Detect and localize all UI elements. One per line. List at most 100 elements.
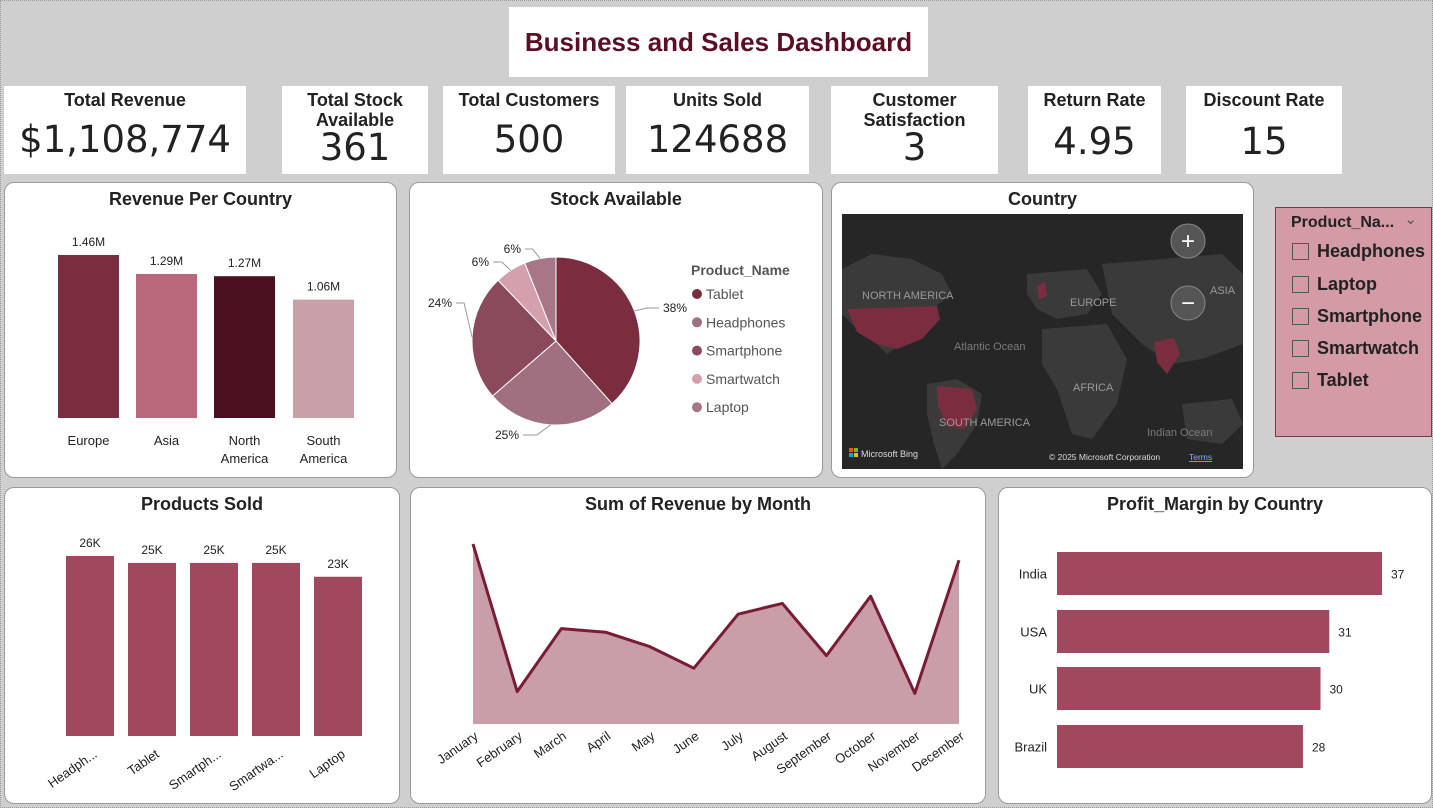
kpi-value: 124688 (646, 118, 789, 161)
chart-title: Products Sold (140, 494, 263, 514)
legend-marker (692, 345, 702, 356)
kpi-units-sold[interactable]: Units Sold 124688 (626, 86, 809, 174)
map-label-africa: AFRICA (1073, 382, 1114, 394)
kpi-value: 15 (1240, 120, 1288, 163)
map-attribution: Microsoft Bing (861, 449, 918, 459)
kpi-total-stock[interactable]: Total Stock Available 361 (282, 86, 428, 174)
slicer-item-label: Laptop (1317, 274, 1377, 294)
chart-title: Country (1008, 189, 1077, 209)
leader-line (525, 248, 541, 259)
month-label: April (583, 728, 613, 755)
legend-title: Product_Name (691, 262, 790, 278)
map-label-atlantic: Atlantic Ocean (954, 341, 1026, 353)
slicer-item-tablet[interactable]: Tablet (1292, 370, 1369, 391)
profit-margin-chart[interactable]: India 37 USA 31 UK 30 Brazil 28 (999, 488, 1432, 804)
country-map-card[interactable]: Country NORTH AMERICA EUROPE ASIA Atlant… (831, 182, 1254, 478)
bar-product (252, 562, 300, 736)
zoom-out-button[interactable]: − (1170, 285, 1206, 321)
map-label-north-america: NORTH AMERICA (862, 290, 954, 302)
slicer-item-smartphone[interactable]: Smartphone (1292, 306, 1422, 327)
revenue-per-country-chart[interactable]: 1.46M Europe 1.29M Asia 1.27M North America 1.0… (5, 183, 397, 478)
bar-usa (1057, 610, 1330, 653)
leader-line (523, 424, 551, 436)
pie-data-label: 25% (495, 428, 519, 442)
product-name-slicer[interactable]: Product_Na... ⌄ Headphones Laptop Smartp… (1275, 207, 1432, 437)
pie-data-label: 6% (504, 242, 522, 256)
profit-margin-card[interactable]: Profit_Margin by Country India 37 USA 31 UK 3… (998, 487, 1432, 804)
data-label: 1.46M (72, 235, 105, 249)
bar-product (314, 576, 362, 736)
revenue-by-month-chart[interactable]: JanuaryFebruary March April May June July Augu… (411, 488, 986, 804)
category-label: America (300, 451, 348, 466)
kpi-value: $1,108,774 (19, 118, 231, 161)
kpi-total-customers[interactable]: Total Customers 500 (443, 86, 615, 174)
products-sold-chart[interactable]: 26K Headph... 25K Tablet 25K Smartph... 25K Sma… (5, 488, 400, 804)
slicer-item-headphones[interactable]: Headphones (1292, 241, 1425, 262)
slicer-item-label: Smartwatch (1317, 338, 1420, 358)
category-label: Tablet (125, 746, 162, 778)
data-label: 25K (141, 543, 162, 557)
map-label-asia: ASIA (1210, 285, 1236, 297)
checkbox[interactable] (1292, 243, 1309, 260)
checkbox[interactable] (1292, 372, 1309, 389)
kpi-value: 500 (493, 118, 565, 161)
world-map[interactable]: NORTH AMERICA EUROPE ASIA Atlantic Ocean… (842, 214, 1243, 469)
month-label: February (474, 728, 526, 770)
data-label: 30 (1330, 683, 1344, 697)
bar-south-america (293, 299, 354, 418)
data-label: 25K (203, 543, 224, 557)
kpi-return-rate[interactable]: Return Rate 4.95 (1028, 86, 1161, 174)
legend-item-tablet: Tablet (706, 286, 743, 302)
month-label: January (434, 728, 481, 767)
zoom-in-button[interactable]: + (1170, 223, 1206, 259)
leader-line (493, 261, 511, 271)
legend-item-laptop: Laptop (706, 399, 749, 415)
slicer-item-smartwatch[interactable]: Smartwatch (1292, 338, 1419, 359)
data-label: 25K (265, 543, 286, 557)
slicer-item-laptop[interactable]: Laptop (1292, 274, 1377, 295)
bar-uk (1057, 667, 1321, 710)
kpi-total-revenue[interactable]: Total Revenue $1,108,774 (4, 86, 246, 174)
checkbox[interactable] (1292, 340, 1309, 357)
chart-title: Revenue Per Country (108, 189, 293, 209)
legend-marker (692, 317, 702, 328)
kpi-label: Total Revenue (64, 90, 186, 110)
area-fill (473, 544, 959, 724)
data-label: 1.06M (307, 280, 340, 294)
revenue-per-country-card[interactable]: Revenue Per Country 1.46M Europe 1.29M Asia… (4, 182, 397, 478)
kpi-label: Total Customers (458, 90, 600, 110)
legend-item-smartwatch: Smartwatch (706, 371, 780, 387)
pie-data-label: 38% (663, 301, 687, 315)
zoom-in-icon: + (1181, 228, 1195, 255)
checkbox[interactable] (1292, 308, 1309, 325)
category-label: Asia (154, 433, 180, 448)
leader-line (634, 307, 659, 312)
month-label: May (629, 728, 658, 755)
chart-title: Sum of Revenue by Month (584, 494, 811, 514)
kpi-value: 3 (902, 126, 927, 169)
map-terms-link[interactable]: Terms (1189, 452, 1212, 462)
data-label: 1.29M (150, 254, 183, 268)
category-label: America (221, 451, 269, 466)
checkbox[interactable] (1292, 276, 1309, 293)
kpi-discount-rate[interactable]: Discount Rate 15 (1186, 86, 1342, 174)
kpi-label: Units Sold (673, 90, 762, 110)
leader-line (456, 302, 473, 338)
data-label: 26K (79, 536, 100, 550)
legend-item-smartphone: Smartphone (706, 343, 782, 359)
kpi-customer-satisfaction[interactable]: Customer Satisfaction 3 (831, 86, 998, 174)
slicer-item-label: Tablet (1317, 370, 1369, 390)
stock-available-card[interactable]: Stock Available 38% 25% 24% 6% 6% Product_Nam… (409, 182, 823, 478)
revenue-by-month-card[interactable]: Sum of Revenue by Month January February M… (410, 487, 986, 804)
stock-available-pie-chart[interactable]: 38% 25% 24% 6% 6% Product_Name Tablet Headphone… (410, 183, 823, 478)
pie-data-label: 6% (472, 255, 490, 269)
bar-product (190, 562, 238, 736)
category-label: Brazil (1014, 740, 1047, 755)
category-label: Headph... (45, 746, 100, 791)
products-sold-card[interactable]: Products Sold 26K Headph... 25K Tablet 25K Sm… (4, 487, 400, 804)
legend-marker (692, 289, 702, 299)
chart-title: Stock Available (550, 189, 682, 209)
slicer-item-label: Smartphone (1317, 306, 1423, 326)
chevron-down-icon[interactable]: ⌄ (1404, 210, 1417, 228)
data-label: 23K (327, 557, 348, 571)
